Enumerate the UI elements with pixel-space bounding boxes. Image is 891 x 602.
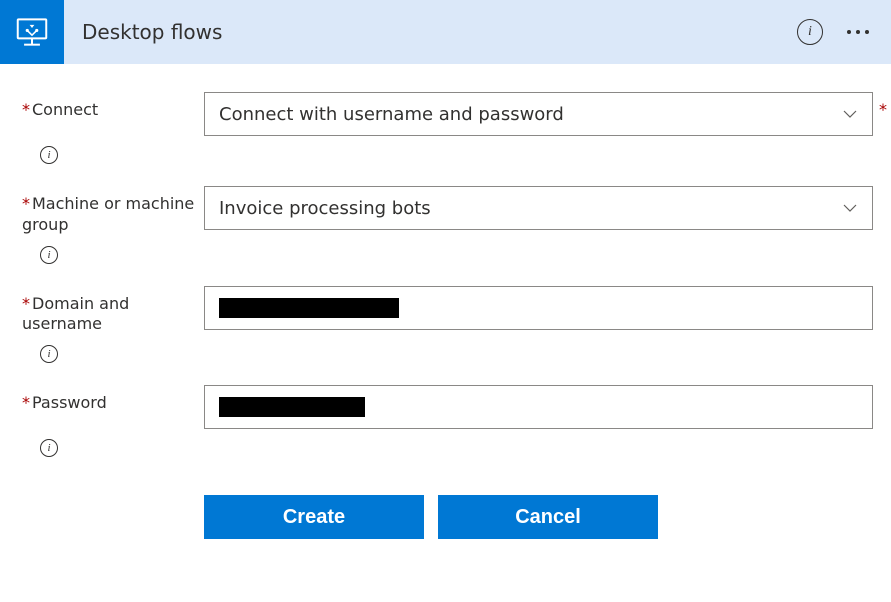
connect-info-icon[interactable]: [40, 146, 58, 164]
required-indicator: *: [879, 100, 887, 119]
domain-username-info-icon[interactable]: [40, 345, 58, 363]
password-label: *Password: [22, 385, 204, 414]
redacted-value: [219, 298, 399, 318]
password-input[interactable]: [204, 385, 873, 429]
connection-form: *Connect Connect with username and passw…: [0, 64, 891, 539]
redacted-value: [219, 397, 365, 417]
password-info-icon[interactable]: [40, 439, 58, 457]
connect-select[interactable]: Connect with username and password: [204, 92, 873, 136]
connector-header: Desktop flows: [0, 0, 891, 64]
domain-username-input[interactable]: [204, 286, 873, 330]
machine-label: *Machine or machine group: [22, 186, 204, 236]
machine-select-value: Invoice processing bots: [219, 198, 842, 219]
info-icon[interactable]: [797, 19, 823, 45]
chevron-down-icon: [842, 106, 858, 122]
connect-select-value: Connect with username and password: [219, 104, 842, 125]
desktop-flows-icon: [0, 0, 64, 64]
cancel-button[interactable]: Cancel: [438, 495, 658, 539]
header-title: Desktop flows: [82, 20, 222, 44]
chevron-down-icon: [842, 200, 858, 216]
domain-username-label: *Domain and username: [22, 286, 204, 336]
machine-info-icon[interactable]: [40, 246, 58, 264]
more-menu-icon[interactable]: [847, 30, 879, 34]
connect-label: *Connect: [22, 92, 204, 121]
create-button[interactable]: Create: [204, 495, 424, 539]
machine-select[interactable]: Invoice processing bots: [204, 186, 873, 230]
